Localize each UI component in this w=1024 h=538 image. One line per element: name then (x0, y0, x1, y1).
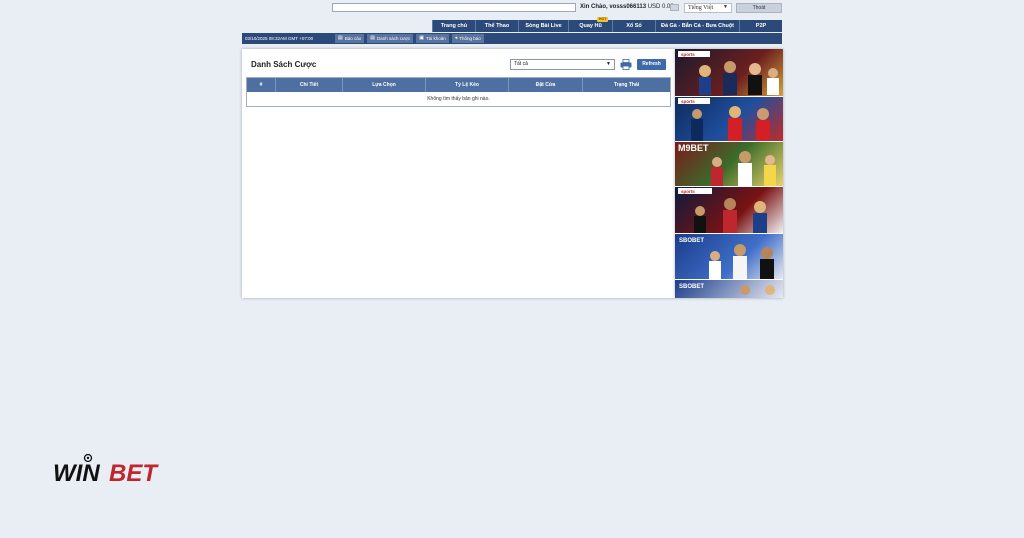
promo-banner[interactable]: M9BET (675, 142, 783, 186)
nav-item-cockfight-fishing[interactable]: Đá Gà - Bắn Cá - Bưa Chuột (655, 20, 739, 32)
column-header[interactable]: Tỷ Lệ Kèo (426, 78, 509, 92)
report-label: Báo cáo (344, 36, 362, 41)
user-greeting: Xin Chào, vosss066113 USD 0.00 (580, 4, 674, 10)
nav-item-slots[interactable]: Quay Hũ HOT (568, 17, 612, 32)
nav-item-live-casino[interactable]: Sòng Bài Live (518, 20, 568, 32)
column-header[interactable]: Trạng Thái (583, 78, 670, 92)
promo-banner[interactable]: SBOBET (675, 234, 783, 279)
winbet-logo: WIN BET (53, 452, 173, 488)
list-icon: ▤ (370, 35, 375, 41)
logo-text-a: WIN (53, 460, 100, 487)
account-icon: ▣ (419, 35, 424, 41)
banner-brand: sports (681, 189, 695, 194)
column-header[interactable]: Lựa Chọn (343, 78, 426, 92)
notification-button[interactable]: ◂ Thông báo (451, 34, 484, 43)
report-button[interactable]: ▤ Báo cáo (335, 34, 365, 43)
megaphone-icon: ◂ (454, 35, 458, 41)
chevron-down-icon: ▼ (606, 61, 611, 67)
banner-brand: SBOBET (679, 284, 704, 290)
language-select[interactable]: Tiếng Việt ▼ (684, 3, 732, 13)
greeting-text: Xin Chào, vosss066113 (580, 4, 647, 10)
account-label: Tài khoản (425, 36, 446, 41)
promo-banner[interactable]: sports (675, 97, 783, 141)
promo-banner[interactable]: SBOBET (675, 280, 783, 298)
nav-item-lottery[interactable]: Xổ Số (612, 20, 655, 32)
table-header: # Chi Tiết Lựa Chọn Tỷ Lệ Kèo Đặt Cửa Tr… (247, 78, 670, 92)
empty-message: Không tìm thấy bản ghi nào. (427, 96, 490, 102)
promo-banners: sports sports M9BET sports SBOBET SBOBET (675, 49, 783, 298)
banner-brand: M9BET (678, 143, 709, 153)
nav-item-label: Quay Hũ (579, 23, 602, 29)
nav-item-label: Đá Gà - Bắn Cá - Bưa Chuột (660, 23, 735, 29)
chevron-down-icon: ▼ (723, 5, 728, 10)
language-value: Tiếng Việt (688, 5, 714, 11)
bet-table: # Chi Tiết Lựa Chọn Tỷ Lệ Kèo Đặt Cửa Tr… (246, 77, 671, 107)
banner-brand: sports (681, 99, 695, 104)
top-bar: Xin Chào, vosss066113 USD 0.00 Tiếng Việ… (332, 3, 782, 13)
nav-item-home[interactable]: Trang chủ (432, 20, 475, 32)
notification-label: Thông báo (459, 36, 481, 41)
wallet-button[interactable] (670, 4, 679, 11)
nav-item-label: Thể Thao (484, 23, 510, 29)
column-header[interactable]: Đặt Cửa (509, 78, 583, 92)
refresh-button[interactable]: Refresh (637, 59, 666, 70)
promo-banner[interactable]: sports (675, 187, 783, 233)
column-header[interactable]: Chi Tiết (276, 78, 343, 92)
column-header[interactable]: # (247, 78, 276, 92)
nav-item-label: Sòng Bài Live (525, 23, 562, 29)
hot-badge: HOT (597, 17, 609, 22)
bet-list-label: Danh sách cược (376, 36, 411, 41)
nav-item-label: Xổ Số (626, 23, 642, 29)
banner-brand: SBOBET (679, 238, 704, 244)
print-icon[interactable] (620, 59, 632, 70)
logo-text-b: BET (109, 460, 159, 487)
nav-item-label: Trang chủ (440, 23, 468, 29)
main-nav: Trang chủ Thể Thao Sòng Bài Live Quay Hũ… (432, 17, 782, 32)
datetime: 03/10/2025 08:32AM GMT +07:00 (245, 36, 314, 41)
promo-banner[interactable]: sports (675, 49, 783, 96)
announcement-bar[interactable] (332, 3, 576, 12)
nav-item-label: P2P (755, 23, 767, 29)
page-title: Danh Sách Cược (251, 60, 317, 69)
sub-bar: 03/10/2025 08:32AM GMT +07:00 ▤ Báo cáo ▤… (242, 33, 782, 44)
nav-item-sports[interactable]: Thể Thao (475, 20, 518, 32)
logout-button[interactable]: Thoát (736, 3, 782, 13)
bet-list-panel: Danh Sách Cược Tất cả ▼ Refresh # Chi Ti… (242, 49, 675, 298)
nav-item-p2p[interactable]: P2P (739, 20, 782, 32)
filter-value: Tất cả (514, 61, 528, 67)
banner-brand: sports (681, 52, 695, 57)
filter-select[interactable]: Tất cả ▼ (510, 59, 615, 70)
report-icon: ▤ (338, 35, 343, 41)
bet-list-button[interactable]: ▤ Danh sách cược (367, 34, 414, 43)
account-button[interactable]: ▣ Tài khoản (416, 34, 449, 43)
